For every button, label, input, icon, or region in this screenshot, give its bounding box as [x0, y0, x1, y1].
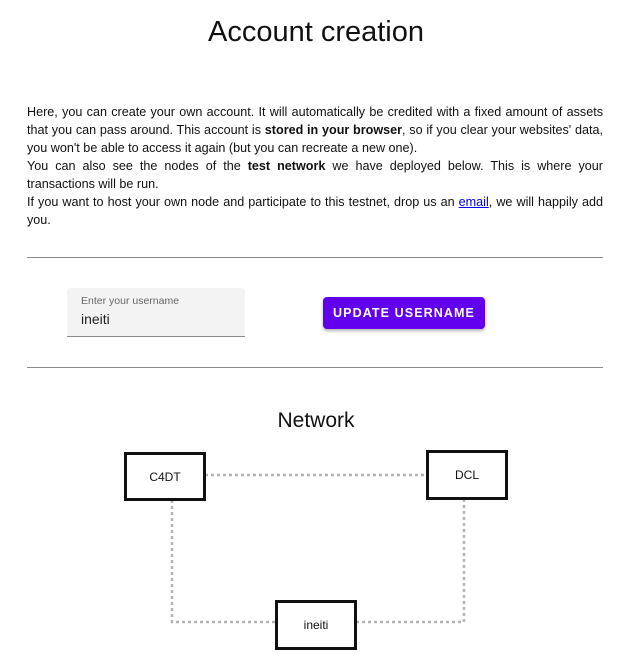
network-node-ineiti: ineiti	[275, 600, 357, 650]
node-label: C4DT	[149, 469, 181, 484]
network-node-c4dt: C4DT	[124, 452, 206, 501]
edge-dcl-ineiti	[356, 499, 466, 624]
node-label: ineiti	[303, 618, 329, 632]
network-edges	[170, 473, 466, 624]
network-node-dcl: DCL	[426, 450, 508, 500]
node-label: DCL	[454, 468, 479, 482]
edge-c4dt-ineiti	[170, 500, 276, 624]
